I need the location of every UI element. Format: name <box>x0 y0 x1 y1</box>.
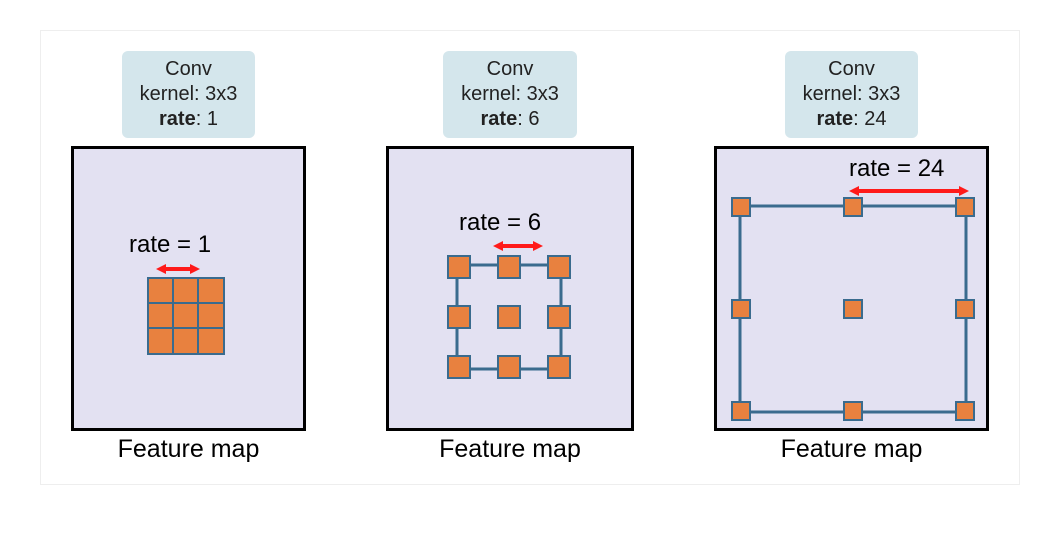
fmap-caption: Feature map <box>781 435 923 464</box>
feature-map-2: rate = 6 <box>386 146 634 431</box>
rate-eq-label: rate = 24 <box>849 155 944 183</box>
panel-rate-24: Conv kernel: 3x3 rate: 24 rate = 24 Feat… <box>714 51 989 464</box>
rate-line: rate: 24 <box>803 107 901 132</box>
kernel-grid-rate24 <box>731 197 975 421</box>
conv-box-3: Conv kernel: 3x3 rate: 24 <box>785 51 919 138</box>
rate-line: rate: 1 <box>140 107 238 132</box>
conv-title: Conv <box>461 57 559 82</box>
arrow-icon <box>493 238 543 254</box>
feature-map-3: rate = 24 <box>714 146 989 431</box>
fmap-caption: Feature map <box>118 435 260 464</box>
conv-title: Conv <box>140 57 238 82</box>
rate-line: rate: 6 <box>461 107 559 132</box>
conv-title: Conv <box>803 57 901 82</box>
feature-map-1: rate = 1 <box>71 146 306 431</box>
kernel-grid-rate6 <box>447 255 571 379</box>
conv-box-2: Conv kernel: 3x3 rate: 6 <box>443 51 577 138</box>
kernel-line: kernel: 3x3 <box>803 82 901 107</box>
panel-rate-1: Conv kernel: 3x3 rate: 1 rate = 1 <box>71 51 306 464</box>
rate-eq-label: rate = 6 <box>459 209 541 237</box>
conv-box-1: Conv kernel: 3x3 rate: 1 <box>122 51 256 138</box>
fmap-caption: Feature map <box>439 435 581 464</box>
arrow-icon <box>156 261 200 277</box>
rate-eq-label: rate = 1 <box>129 231 211 259</box>
kernel-line: kernel: 3x3 <box>140 82 238 107</box>
panel-rate-6: Conv kernel: 3x3 rate: 6 rate = 6 Featur… <box>386 51 634 464</box>
diagram-container: Conv kernel: 3x3 rate: 1 rate = 1 <box>40 30 1020 485</box>
kernel-line: kernel: 3x3 <box>461 82 559 107</box>
kernel-grid-rate1 <box>147 277 225 355</box>
